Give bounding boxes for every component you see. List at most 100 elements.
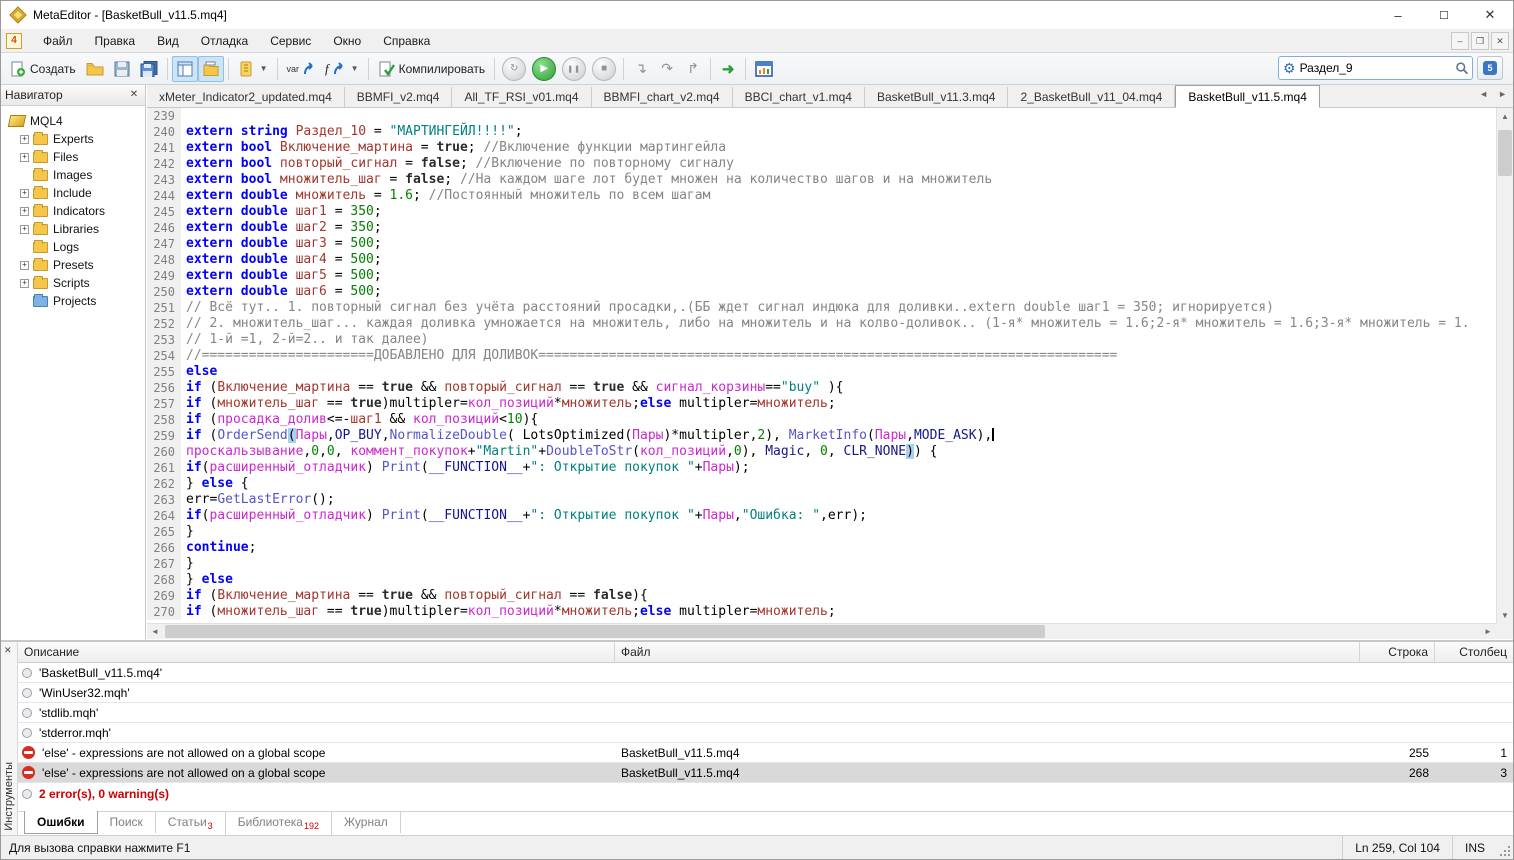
info-row[interactable]: 'stdlib.mqh' xyxy=(18,703,1513,723)
scroll-right-icon[interactable]: ► xyxy=(1480,624,1496,639)
tab-BBMFI_chart_v2.mq4[interactable]: BBMFI_chart_v2.mq4 xyxy=(592,87,733,107)
sidebar-item-experts[interactable]: +Experts xyxy=(7,130,145,148)
code-line-248[interactable]: 248extern double шаг4 = 500; xyxy=(147,252,1496,268)
toggle-navigator-button[interactable] xyxy=(172,56,198,82)
code-line-269[interactable]: 269if (Включение_мартина == true && повт… xyxy=(147,588,1496,604)
code-line-243[interactable]: 243extern bool множитель_шаг = false; //… xyxy=(147,172,1496,188)
search-icon[interactable] xyxy=(1455,61,1468,75)
new-file-button[interactable]: Создать xyxy=(5,56,81,82)
info-row[interactable]: 'WinUser32.mqh' xyxy=(18,683,1513,703)
expand-plus-icon[interactable]: + xyxy=(20,279,29,288)
close-button[interactable]: ✕ xyxy=(1467,1,1513,29)
code-line-264[interactable]: 264if(расширенный_отладчик) Print(__FUNC… xyxy=(147,508,1496,524)
toolbox-tab-ошибки[interactable]: Ошибки xyxy=(24,811,98,834)
sidebar-item-projects[interactable]: Projects xyxy=(7,292,145,310)
code-line-255[interactable]: 255else xyxy=(147,364,1496,380)
code-line-245[interactable]: 245extern double шаг1 = 350; xyxy=(147,204,1496,220)
column-header-column[interactable]: Столбец xyxy=(1435,642,1513,662)
scroll-up-icon[interactable]: ▲ xyxy=(1497,108,1513,124)
sidebar-item-scripts[interactable]: +Scripts xyxy=(7,274,145,292)
code-line-267[interactable]: 267} xyxy=(147,556,1496,572)
menu-item-Справка[interactable]: Справка xyxy=(372,29,441,53)
vertical-scroll-thumb[interactable] xyxy=(1498,130,1512,176)
code-line-259[interactable]: 259if (OrderSend(Пары,OP_BUY,NormalizeDo… xyxy=(147,428,1496,444)
sidebar-item-include[interactable]: +Include xyxy=(7,184,145,202)
code-line-249[interactable]: 249extern double шаг5 = 500; xyxy=(147,268,1496,284)
sidebar-item-files[interactable]: +Files xyxy=(7,148,145,166)
doc-minimize-button[interactable]: – xyxy=(1451,32,1469,50)
code-line-244[interactable]: 244extern double множитель = 1.6; //Пост… xyxy=(147,188,1496,204)
menu-item-Вид[interactable]: Вид xyxy=(146,29,190,53)
tab-BasketBull_v11.3.mq4[interactable]: BasketBull_v11.3.mq4 xyxy=(865,87,1009,107)
toolbox-tab-библиотека[interactable]: Библиотека192 xyxy=(226,812,332,835)
navigator-root[interactable]: MQL4 xyxy=(7,112,145,130)
column-header-line[interactable]: Строка xyxy=(1360,642,1435,662)
editor-horizontal-scrollbar[interactable]: ◄ ► xyxy=(147,623,1496,639)
tab-BBCI_chart_v1.mq4[interactable]: BBCI_chart_v1.mq4 xyxy=(733,87,865,107)
maximize-button[interactable]: ☐ xyxy=(1421,1,1467,29)
tab-All_TF_RSI_v01.mq4[interactable]: All_TF_RSI_v01.mq4 xyxy=(452,87,591,107)
debug-restart-button[interactable]: ↻ xyxy=(502,57,526,81)
menu-item-Правка[interactable]: Правка xyxy=(84,29,147,53)
info-row[interactable]: 'BasketBull_v11.5.mq4' xyxy=(18,663,1513,683)
expand-plus-icon[interactable]: + xyxy=(20,261,29,270)
column-header-description[interactable]: Описание xyxy=(18,642,615,662)
toolbox-tab-журнал[interactable]: Журнал xyxy=(332,812,401,833)
tab-2_BasketBull_v11_04.mq4[interactable]: 2_BasketBull_v11_04.mq4 xyxy=(1008,87,1175,107)
expand-plus-icon[interactable]: + xyxy=(20,189,29,198)
snippet-var-button[interactable]: var xyxy=(282,56,321,82)
step-into-button[interactable]: ↴ xyxy=(628,56,654,82)
minimize-button[interactable]: – xyxy=(1375,1,1421,29)
code-line-268[interactable]: 268} else xyxy=(147,572,1496,588)
expand-plus-icon[interactable]: + xyxy=(20,135,29,144)
code-line-253[interactable]: 253// 1-й =1, 2-й=2.. и так далее) xyxy=(147,332,1496,348)
column-header-file[interactable]: Файл xyxy=(615,642,1360,662)
save-all-button[interactable] xyxy=(135,56,163,82)
step-out-button[interactable]: ↱ xyxy=(680,56,706,82)
menu-item-Файл[interactable]: Файл xyxy=(32,29,84,53)
editor-vertical-scrollbar[interactable]: ▲ ▼ xyxy=(1496,108,1513,623)
step-over-button[interactable]: ↷ xyxy=(654,56,680,82)
code-line-240[interactable]: 240extern string Раздел_10 = "МАРТИНГЕЙЛ… xyxy=(147,124,1496,140)
search-settings-gear-icon[interactable]: ⚙ xyxy=(1283,60,1296,77)
menu-item-Сервис[interactable]: Сервис xyxy=(259,29,322,53)
goto-line-button[interactable]: ➜ xyxy=(715,56,741,82)
styler-button[interactable]: ▼ xyxy=(233,56,273,82)
toolbox-tab-статьи[interactable]: Статьи3 xyxy=(156,812,226,835)
sidebar-item-logs[interactable]: Logs xyxy=(7,238,145,256)
scroll-down-icon[interactable]: ▼ xyxy=(1497,607,1513,623)
code-line-239[interactable]: 239 xyxy=(147,108,1496,124)
debug-start-button[interactable]: ▶ xyxy=(532,57,556,81)
doc-close-button[interactable]: ✕ xyxy=(1491,32,1509,50)
save-button[interactable] xyxy=(109,56,135,82)
code-line-247[interactable]: 247extern double шаг3 = 500; xyxy=(147,236,1496,252)
code-line-254[interactable]: 254//======================ДОБАВЛЕНО ДЛЯ… xyxy=(147,348,1496,364)
info-row[interactable]: 'stderror.mqh' xyxy=(18,723,1513,743)
toolbox-close-icon[interactable]: ✕ xyxy=(4,645,12,656)
tabs-scroll-right-icon[interactable]: ► xyxy=(1498,89,1507,99)
open-terminal-button[interactable] xyxy=(750,56,778,82)
code-line-270[interactable]: 270if (множитель_шаг == true)multipler=к… xyxy=(147,604,1496,620)
code-line-258[interactable]: 258if (просадка_долив<=-шаг1 && кол_пози… xyxy=(147,412,1496,428)
debug-pause-button[interactable]: ❚❚ xyxy=(562,57,586,81)
tab-BBMFI_v2.mq4[interactable]: BBMFI_v2.mq4 xyxy=(345,87,453,107)
code-line-246[interactable]: 246extern double шаг2 = 350; xyxy=(147,220,1496,236)
error-row[interactable]: 'else' - expressions are not allowed on … xyxy=(18,743,1513,763)
code-line-256[interactable]: 256if (Включение_мартина == true && повт… xyxy=(147,380,1496,396)
toolbox-tab-поиск[interactable]: Поиск xyxy=(98,812,156,833)
code-line-252[interactable]: 252// 2. множитель_шаг... каждая доливка… xyxy=(147,316,1496,332)
code-line-242[interactable]: 242extern bool повторый_сигнал = false; … xyxy=(147,156,1496,172)
menu-item-Отладка[interactable]: Отладка xyxy=(190,29,259,53)
code-line-265[interactable]: 265} xyxy=(147,524,1496,540)
sidebar-item-indicators[interactable]: +Indicators xyxy=(7,202,145,220)
expand-plus-icon[interactable]: + xyxy=(20,207,29,216)
tab-xMeter_Indicator2_updated.mq4[interactable]: xMeter_Indicator2_updated.mq4 xyxy=(147,87,345,107)
navigator-close-icon[interactable]: ✕ xyxy=(127,88,141,102)
error-row[interactable]: 'else' - expressions are not allowed on … xyxy=(18,763,1513,783)
sidebar-item-libraries[interactable]: +Libraries xyxy=(7,220,145,238)
toggle-toolbox-button[interactable] xyxy=(198,56,224,82)
open-file-button[interactable] xyxy=(81,56,109,82)
tabs-scroll-left-icon[interactable]: ◄ xyxy=(1479,89,1488,99)
search-input[interactable] xyxy=(1300,61,1455,75)
code-line-251[interactable]: 251// Всё тут.. 1. повторный сигнал без … xyxy=(147,300,1496,316)
